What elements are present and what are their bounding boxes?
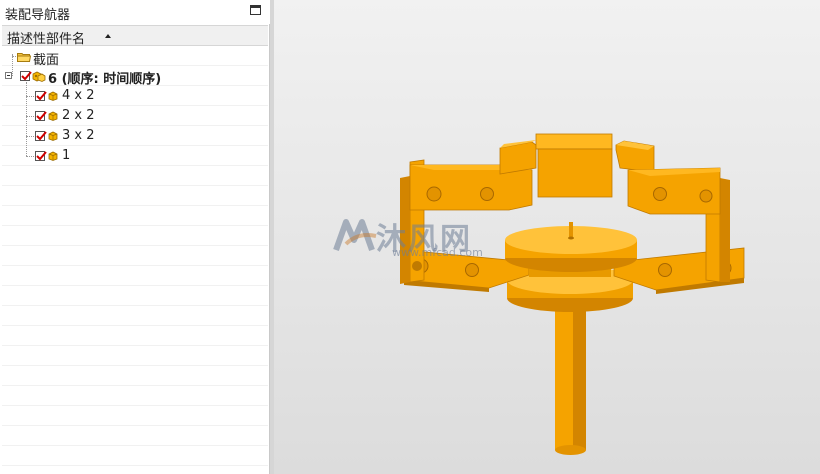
left-jaw[interactable] [499, 140, 537, 175]
graphics-viewport[interactable]: 沐风网 www.mfcad.com [270, 0, 820, 474]
visibility-checkbox[interactable] [35, 91, 47, 101]
tree-row-part[interactable]: 2 x 2 [2, 106, 268, 126]
part-icon [48, 111, 58, 121]
column-header[interactable]: 描述性部件名 [2, 25, 268, 47]
tree-row-label: 1 [62, 148, 71, 163]
part-icon [48, 151, 58, 161]
column-header-label: 描述性部件名 [7, 32, 86, 47]
watermark: 沐风网 www.mfcad.com [332, 212, 512, 268]
right-jaw[interactable] [615, 140, 655, 173]
assembly-icon [32, 71, 46, 82]
tree-row-label: 6 (顺序: 时间顺序) [48, 72, 162, 87]
shaft[interactable] [555, 300, 586, 455]
collapse-icon[interactable] [5, 72, 12, 79]
watermark-logo-icon [333, 219, 377, 252]
visibility-checkbox[interactable] [20, 71, 32, 81]
tree-rows: 截面 6 (顺序: 时间顺序) 4 x 2 2 x 2 3 x 2 1 [2, 46, 268, 474]
upper-disk[interactable] [505, 222, 637, 272]
folder-icon [17, 53, 31, 62]
visibility-checkbox[interactable] [35, 111, 47, 121]
visibility-checkbox[interactable] [35, 131, 47, 141]
tree-row-assembly[interactable]: 6 (顺序: 时间顺序) [2, 66, 268, 87]
tree-row-label: 2 x 2 [62, 108, 95, 123]
tree-row-section[interactable]: 截面 [2, 47, 268, 68]
visibility-checkbox[interactable] [35, 151, 47, 161]
tree-row-label: 4 x 2 [62, 88, 95, 103]
assembly-navigator-panel: 装配导航器 描述性部件名 截面 6 (顺序: 时间顺序) 4 x 2 2 x 2… [0, 0, 270, 474]
tree-row-part[interactable]: 4 x 2 [2, 86, 268, 106]
right-upper-link[interactable] [627, 167, 721, 215]
watermark-url: www.mfcad.com [392, 246, 483, 259]
tree-row-label: 3 x 2 [62, 128, 95, 143]
part-icon [48, 91, 58, 101]
center-block[interactable] [535, 133, 613, 198]
tree-row-part[interactable]: 3 x 2 [2, 126, 268, 146]
sort-ascending-icon [105, 34, 111, 38]
navigator-title-bar: 装配导航器 [0, 0, 270, 24]
navigator-title: 装配导航器 [5, 8, 71, 23]
part-icon [48, 131, 58, 141]
maximize-icon[interactable] [250, 5, 261, 15]
tree-row-part[interactable]: 1 [2, 146, 268, 166]
